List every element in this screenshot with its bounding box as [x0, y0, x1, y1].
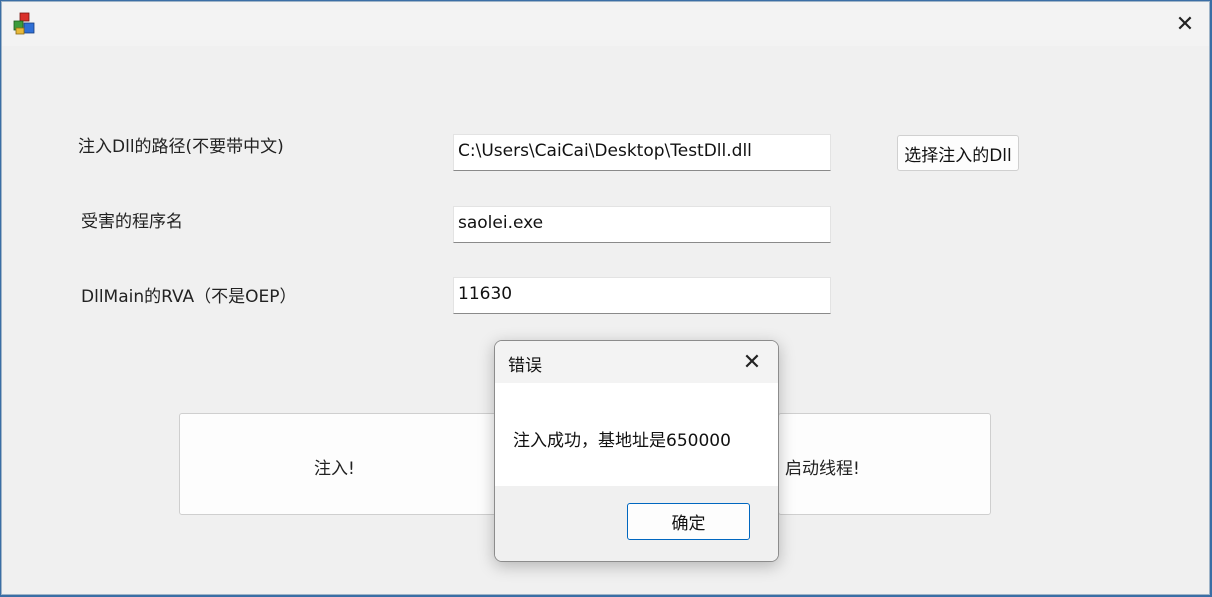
rva-label: DllMain的RVA（不是OEP） [81, 287, 297, 307]
inject-button[interactable]: 注入! [179, 413, 499, 515]
app-cubes-icon [13, 12, 35, 35]
process-name-label: 受害的程序名 [81, 212, 183, 232]
process-name-input[interactable]: saolei.exe [453, 206, 831, 243]
rva-input[interactable]: 11630 [453, 277, 831, 314]
dialog-message: 注入成功，基地址是650000 [513, 431, 731, 451]
message-dialog: 错误 ✕ 注入成功，基地址是650000 确定 [494, 340, 779, 562]
title-bar[interactable]: ✕ [2, 2, 1209, 46]
dialog-footer: 确定 [495, 486, 778, 561]
start-thread-button-label: 启动线程! [785, 459, 860, 479]
inject-button-label: 注入! [314, 459, 355, 479]
dll-path-label: 注入Dll的路径(不要带中文) [78, 137, 284, 157]
ok-button[interactable]: 确定 [627, 503, 750, 540]
dialog-title-bar[interactable]: 错误 ✕ [495, 341, 778, 383]
close-icon: ✕ [742, 349, 762, 375]
dll-path-input[interactable]: C:\Users\CaiCai\Desktop\TestDll.dll [453, 134, 831, 171]
window-close-button[interactable]: ✕ [1161, 2, 1209, 46]
close-icon: ✕ [1175, 11, 1195, 37]
dialog-close-button[interactable]: ✕ [732, 343, 772, 381]
dialog-title: 错误 [508, 356, 542, 376]
select-dll-button[interactable]: 选择注入的Dll [897, 135, 1019, 171]
start-thread-button[interactable]: 启动线程! [778, 413, 991, 515]
